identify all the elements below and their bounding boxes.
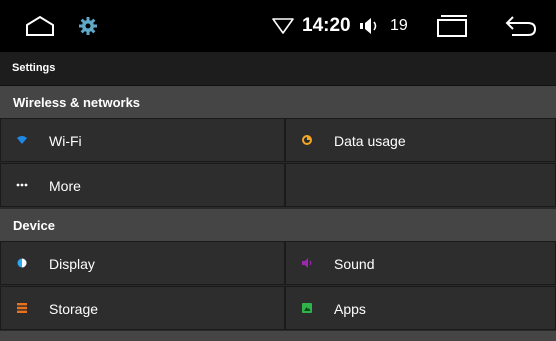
display-label: Display [49, 256, 95, 272]
sound-icon [300, 256, 314, 270]
clock: 14:20 [302, 15, 351, 36]
section-title: Device [13, 218, 55, 233]
display-tile[interactable]: Display [0, 241, 285, 285]
settings-screen: 14:20 19 Settings Wireless & networks Wi… [0, 0, 556, 341]
empty-tile [285, 163, 556, 207]
data-usage-tile[interactable]: Data usage [285, 118, 556, 162]
page-title: Settings [12, 62, 56, 74]
status-bar: 14:20 19 [0, 0, 556, 52]
back-icon[interactable] [500, 10, 542, 42]
section-header-device: Device [0, 209, 556, 241]
more-tile[interactable]: More [0, 163, 285, 207]
gear-icon[interactable] [74, 12, 102, 40]
data-usage-icon [300, 133, 314, 147]
data-usage-label: Data usage [334, 133, 406, 149]
volume-level: 19 [390, 17, 408, 34]
storage-tile[interactable]: Storage [0, 286, 285, 330]
storage-icon [15, 301, 29, 315]
wifi-icon [15, 133, 29, 147]
more-icon [15, 178, 29, 192]
wifi-tile[interactable]: Wi-Fi [0, 118, 285, 162]
more-label: More [49, 178, 81, 194]
section-header-wireless-networks: Wireless & networks [0, 86, 556, 118]
apps-tile[interactable]: Apps [285, 286, 556, 330]
wifi-label: Wi-Fi [49, 133, 82, 149]
recents-icon[interactable] [430, 10, 474, 42]
sound-label: Sound [334, 256, 375, 272]
home-icon[interactable] [22, 10, 58, 42]
apps-icon [300, 301, 314, 315]
display-icon [15, 256, 29, 270]
storage-label: Storage [49, 301, 99, 317]
apps-label: Apps [334, 301, 366, 317]
section-header-partial [0, 331, 556, 341]
section-title: Wireless & networks [13, 95, 141, 110]
volume-icon[interactable] [356, 12, 386, 40]
wifi-signal-icon [270, 14, 296, 38]
title-bar: Settings [0, 52, 556, 86]
sound-tile[interactable]: Sound [285, 241, 556, 285]
